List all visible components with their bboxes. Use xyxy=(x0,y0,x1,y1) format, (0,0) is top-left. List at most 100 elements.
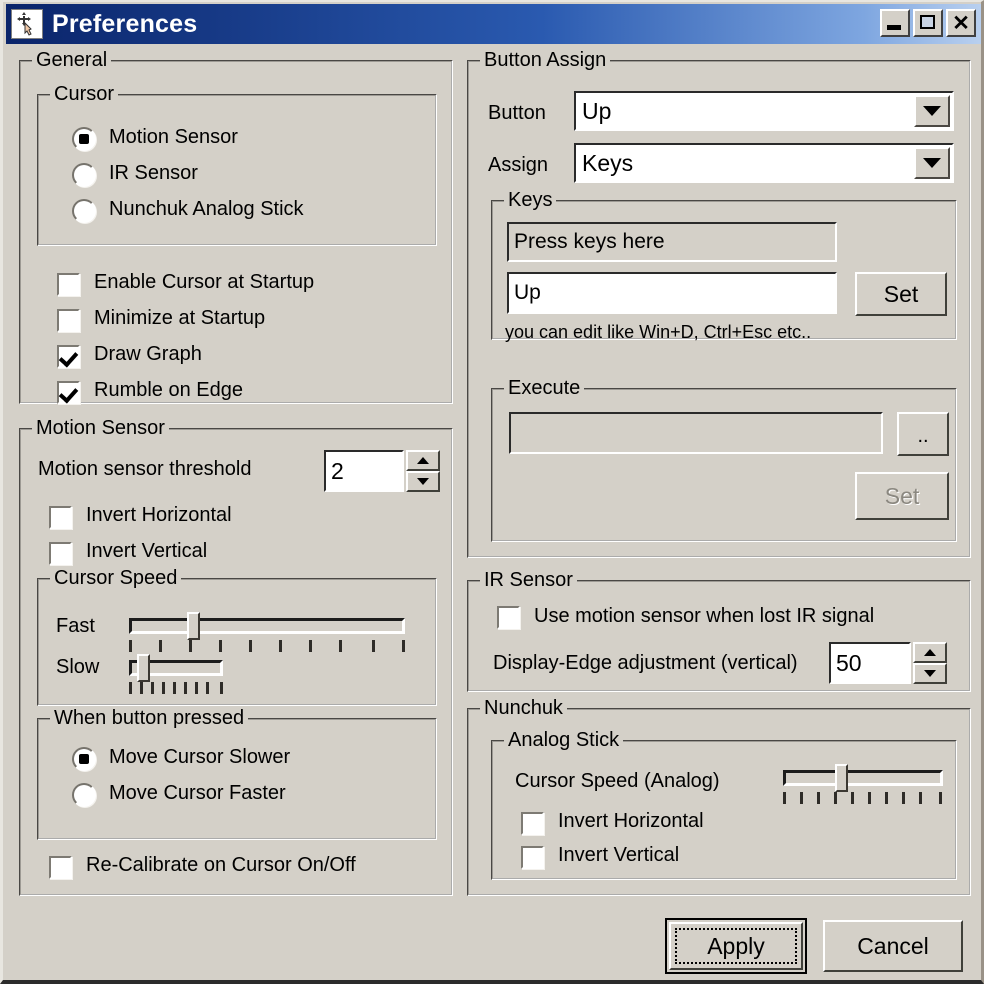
radio-nunchuk-analog-stick[interactable] xyxy=(72,199,96,223)
display-edge-adjustment-spinner[interactable] xyxy=(913,642,947,684)
cursor-speed-analog-slider[interactable] xyxy=(783,764,943,810)
slider-thumb[interactable] xyxy=(137,654,150,682)
checkbox-rumble-on-edge[interactable] xyxy=(57,381,80,404)
cancel-button[interactable]: Cancel xyxy=(823,920,963,972)
execute-group-label: Execute xyxy=(504,377,585,400)
display-edge-spinner-down[interactable] xyxy=(913,663,947,684)
radio-move-cursor-slower-label: Move Cursor Slower xyxy=(109,746,291,768)
checkbox-analog-invert-horizontal[interactable] xyxy=(521,812,544,835)
execute-group: Execute .. Set xyxy=(491,377,957,542)
assign-field-label: Assign xyxy=(488,154,549,176)
apply-button-inner: Apply xyxy=(669,922,803,970)
button-select[interactable]: Up xyxy=(574,91,954,131)
slider-ticks xyxy=(129,682,223,694)
checkbox-analog-invert-vertical-label: Invert Vertical xyxy=(558,844,680,866)
checkbox-analog-invert-horizontal-label: Invert Horizontal xyxy=(558,810,704,832)
cursor-speed-slow-label: Slow xyxy=(56,656,100,678)
caret-up-icon xyxy=(924,649,936,656)
general-group: General Cursor Motion Sensor IR Sensor N… xyxy=(19,49,453,404)
keys-set-button[interactable]: Set xyxy=(855,272,947,316)
radio-move-cursor-faster[interactable] xyxy=(72,783,96,807)
cursor-speed-group: Cursor Speed Fast Slow xyxy=(37,567,437,706)
slider-thumb[interactable] xyxy=(187,612,200,640)
checkbox-minimize-at-startup-label: Minimize at Startup xyxy=(94,307,266,329)
cursor-speed-fast-label: Fast xyxy=(56,615,95,637)
apply-button-label: Apply xyxy=(707,932,765,959)
cursor-speed-analog-label: Cursor Speed (Analog) xyxy=(515,770,720,792)
chevron-down-icon xyxy=(923,158,941,168)
motion-sensor-threshold-input[interactable]: 2 xyxy=(324,450,404,492)
keys-hint-text: you can edit like Win+D, Ctrl+Esc etc.. xyxy=(505,322,812,342)
motion-sensor-group: Motion Sensor Motion sensor threshold 2 … xyxy=(19,417,453,896)
checkbox-minimize-at-startup[interactable] xyxy=(57,309,80,332)
keys-group: Keys Press keys here Up Set you can edit… xyxy=(491,189,957,342)
execute-set-button[interactable]: Set xyxy=(855,472,949,520)
checkbox-enable-cursor-at-startup[interactable] xyxy=(57,273,80,296)
motion-sensor-threshold-spinner[interactable] xyxy=(406,450,440,492)
checkbox-re-calibrate-on-cursor-on-off[interactable] xyxy=(49,856,72,879)
restore-button[interactable] xyxy=(913,9,943,37)
apply-button[interactable]: Apply xyxy=(665,918,807,974)
cursor-move-icon xyxy=(11,9,43,39)
caret-up-icon xyxy=(417,457,429,464)
checkbox-motion-invert-horizontal[interactable] xyxy=(49,506,72,529)
cursor-group: Cursor Motion Sensor IR Sensor Nunchuk A… xyxy=(37,83,437,246)
checkbox-draw-graph-label: Draw Graph xyxy=(94,343,202,365)
keys-edit-field[interactable]: Up xyxy=(507,272,837,314)
cursor-speed-fast-slider[interactable] xyxy=(129,612,405,658)
button-assign-group-label: Button Assign xyxy=(480,49,611,72)
checkbox-use-motion-sensor-when-lost-ir-label: Use motion sensor when lost IR signal xyxy=(534,605,875,627)
close-button[interactable]: ✕ xyxy=(946,9,976,37)
checkbox-use-motion-sensor-when-lost-ir[interactable] xyxy=(497,606,520,629)
slider-track xyxy=(783,770,943,786)
assign-select[interactable]: Keys xyxy=(574,143,954,183)
radio-nunchuk-analog-stick-label: Nunchuk Analog Stick xyxy=(109,198,304,220)
cursor-group-label: Cursor xyxy=(50,83,119,106)
nunchuk-group: Nunchuk Analog Stick Cursor Speed (Analo… xyxy=(467,697,971,896)
execute-set-button-label: Set xyxy=(884,482,920,509)
display-edge-spinner-up[interactable] xyxy=(913,642,947,663)
motion-sensor-group-label: Motion Sensor xyxy=(32,417,169,440)
button-assign-group: Button Assign Button Up Assign Keys Keys… xyxy=(467,49,971,558)
assign-select-value: Keys xyxy=(582,149,634,176)
slider-track xyxy=(129,618,405,634)
keys-group-label: Keys xyxy=(504,189,557,212)
button-field-label: Button xyxy=(488,102,546,124)
preferences-window: Preferences ✕ General Cursor Motion Sens… xyxy=(0,0,984,984)
cursor-speed-group-label: Cursor Speed xyxy=(50,567,182,590)
execute-browse-button-label: .. xyxy=(917,425,929,447)
when-button-pressed-group-label: When button pressed xyxy=(50,707,249,730)
slider-ticks xyxy=(783,792,943,804)
checkbox-rumble-on-edge-label: Rumble on Edge xyxy=(94,379,243,401)
checkbox-re-calibrate-on-cursor-on-off-label: Re-Calibrate on Cursor On/Off xyxy=(86,854,356,876)
keys-set-button-label: Set xyxy=(883,280,919,307)
cancel-button-label: Cancel xyxy=(857,932,929,959)
analog-stick-group: Analog Stick Cursor Speed (Analog) Inver… xyxy=(491,729,957,880)
chevron-down-icon xyxy=(923,106,941,116)
button-select-arrow[interactable] xyxy=(914,95,950,127)
cursor-speed-slow-slider[interactable] xyxy=(129,654,223,696)
caret-down-icon xyxy=(924,670,936,677)
caret-down-icon xyxy=(417,478,429,485)
radio-move-cursor-slower[interactable] xyxy=(72,747,96,771)
motion-sensor-threshold-spinner-up[interactable] xyxy=(406,450,440,471)
motion-sensor-threshold-spinner-down[interactable] xyxy=(406,471,440,492)
minimize-button[interactable] xyxy=(880,9,910,37)
checkbox-analog-invert-vertical[interactable] xyxy=(521,846,544,869)
analog-stick-group-label: Analog Stick xyxy=(504,729,624,752)
checkbox-draw-graph[interactable] xyxy=(57,345,80,368)
radio-motion-sensor-label: Motion Sensor xyxy=(109,126,238,148)
checkbox-motion-invert-horizontal-label: Invert Horizontal xyxy=(86,504,232,526)
display-edge-adjustment-input[interactable]: 50 xyxy=(829,642,911,684)
radio-ir-sensor[interactable] xyxy=(72,163,96,187)
assign-select-arrow[interactable] xyxy=(914,147,950,179)
radio-motion-sensor[interactable] xyxy=(72,127,96,151)
slider-ticks xyxy=(129,640,405,652)
keys-press-field[interactable]: Press keys here xyxy=(507,222,837,262)
execute-browse-button[interactable]: .. xyxy=(897,412,949,456)
radio-ir-sensor-label: IR Sensor xyxy=(109,162,198,184)
execute-path-input[interactable] xyxy=(509,412,883,454)
checkbox-enable-cursor-at-startup-label: Enable Cursor at Startup xyxy=(94,271,315,293)
checkbox-motion-invert-vertical[interactable] xyxy=(49,542,72,565)
slider-thumb[interactable] xyxy=(835,764,848,792)
